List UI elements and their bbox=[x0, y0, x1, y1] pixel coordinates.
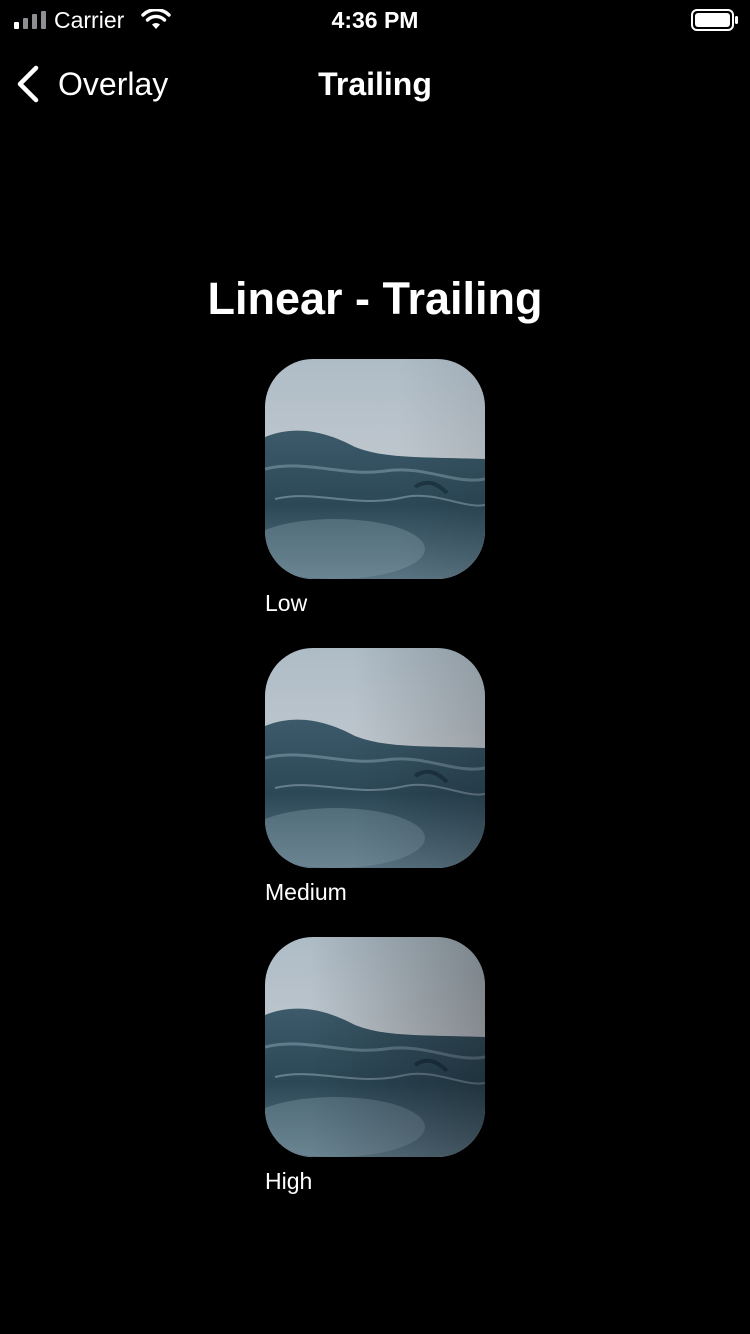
battery-icon bbox=[691, 9, 738, 31]
status-bar: Carrier 4:36 PM bbox=[0, 0, 750, 40]
ocean-wave-image bbox=[265, 648, 485, 868]
card-label-low: Low bbox=[265, 590, 308, 616]
card-label-medium: Medium bbox=[265, 879, 347, 905]
section-title: Linear - Trailing bbox=[207, 273, 543, 324]
overlay-card-high[interactable]: High bbox=[265, 937, 485, 1195]
ocean-wave-image bbox=[265, 937, 485, 1157]
overlay-card-medium[interactable]: Medium bbox=[265, 648, 485, 906]
ocean-wave-image bbox=[265, 359, 485, 579]
card-label-high: High bbox=[265, 1168, 313, 1194]
overlay-card-low[interactable]: Low bbox=[265, 359, 485, 617]
time-label: 4:36 PM bbox=[331, 7, 419, 33]
navigation-bar: Overlay Trailing bbox=[0, 40, 750, 128]
page-title: Trailing bbox=[318, 66, 432, 102]
